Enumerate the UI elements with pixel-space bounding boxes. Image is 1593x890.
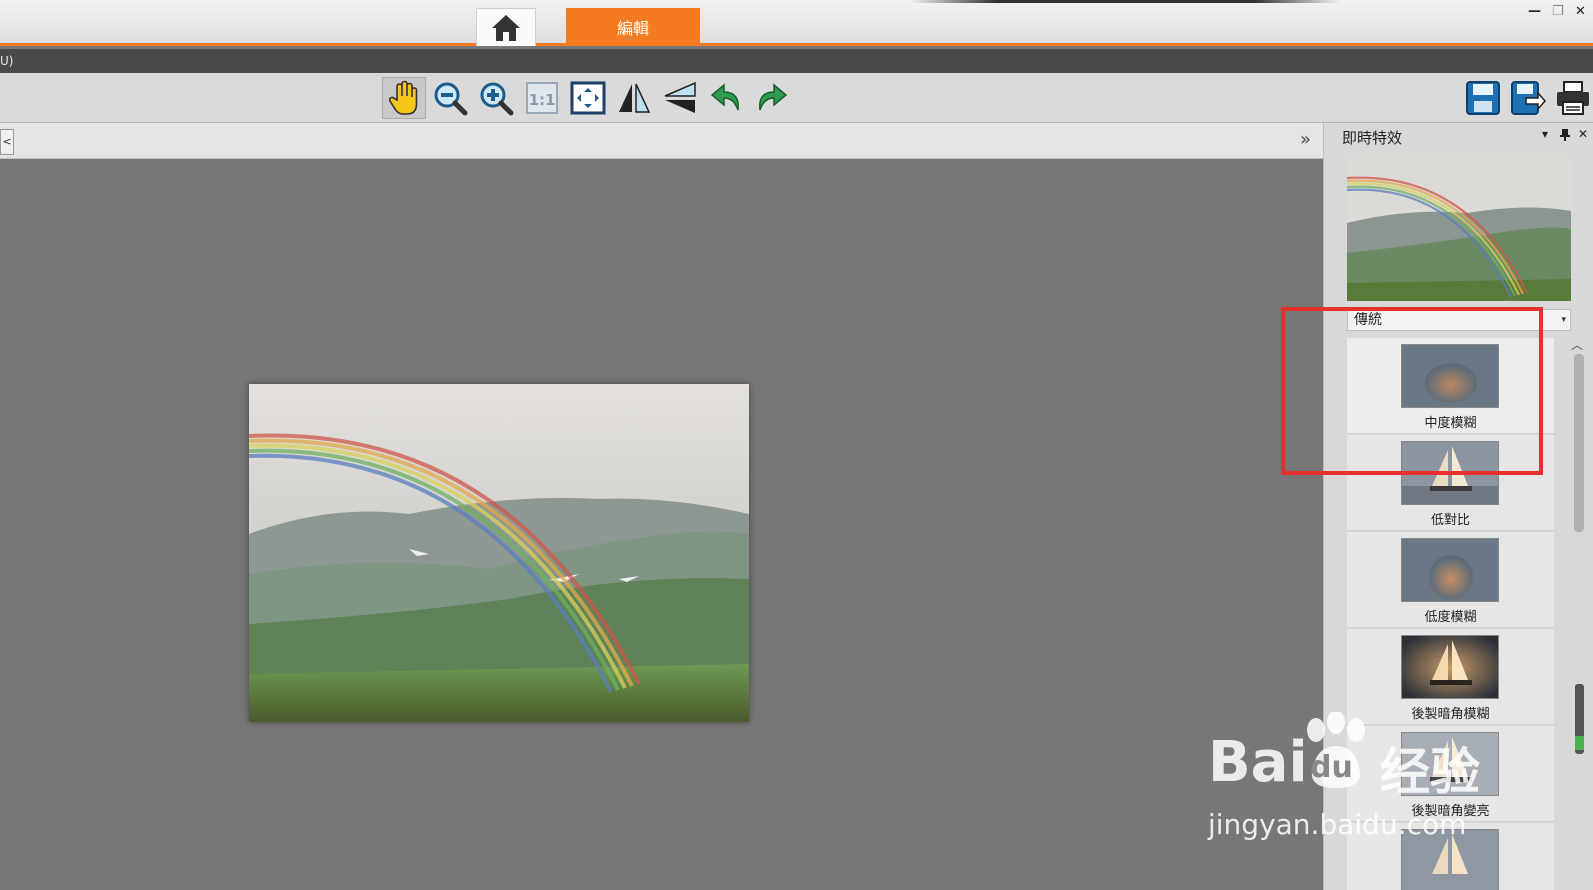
close-button[interactable]: ✕ <box>1575 4 1586 19</box>
blur-thumb-image <box>1402 345 1498 407</box>
rainbow-landscape-image <box>249 384 749 722</box>
panel-menu-button[interactable]: ▾ <box>1542 127 1548 141</box>
zoom-in-button[interactable] <box>474 77 518 119</box>
sailboat-thumb-image <box>1402 830 1498 890</box>
hand-icon <box>388 80 418 115</box>
save-as-icon <box>1511 81 1546 115</box>
flip-vertical-button[interactable] <box>658 77 702 119</box>
effect-label: 後製暗角變亮 <box>1411 804 1490 819</box>
effect-item-vignette-blur[interactable]: 後製暗角模糊 <box>1347 629 1554 725</box>
main-photo[interactable] <box>249 384 749 722</box>
effect-item-vignette-brighten[interactable]: 後製暗角變亮 <box>1347 726 1554 822</box>
collapse-left-button[interactable]: < <box>0 129 14 155</box>
panel-close-button[interactable]: ✕ <box>1578 127 1588 141</box>
zoom-out-button[interactable] <box>428 77 472 119</box>
effect-thumb <box>1401 635 1499 699</box>
rotate-right-button[interactable] <box>750 77 794 119</box>
flip-horizontal-icon <box>619 83 651 113</box>
flip-horizontal-button[interactable] <box>612 77 656 119</box>
minimize-button[interactable]: — <box>1528 4 1541 19</box>
restore-button[interactable]: ❐ <box>1552 4 1564 19</box>
flip-vertical-icon <box>664 81 696 113</box>
effect-list: 中度模糊 低對比 低度模糊 後製暗角模糊 後製暗角變亮 <box>1347 338 1554 890</box>
effect-label: 低度模糊 <box>1424 610 1477 625</box>
save-icon <box>1466 81 1500 115</box>
filmstrip-bar: < » <box>0 123 1323 159</box>
effect-thumb <box>1401 441 1499 505</box>
pin-icon[interactable] <box>1560 129 1570 144</box>
effect-label: 低對比 <box>1430 513 1470 528</box>
effect-thumb <box>1401 344 1499 408</box>
home-icon <box>492 14 520 41</box>
pin-glyph <box>1560 129 1570 141</box>
fit-window-icon <box>570 81 606 115</box>
app-window: 編輯 — ❐ ✕ U) 1:1 < » 即時特效 ▾ ✕ 傳統 ▾ 中度模糊 低… <box>0 0 1593 890</box>
actual-size-icon: 1:1 <box>526 82 558 114</box>
save-button[interactable] <box>1461 77 1505 119</box>
effect-item-medium-blur[interactable]: 中度模糊 <box>1347 338 1554 434</box>
panel-title: 即時特效 <box>1342 129 1403 147</box>
svg-text:1:1: 1:1 <box>529 91 556 109</box>
rotate-left-icon <box>710 83 739 111</box>
fit-window-button[interactable] <box>566 77 610 119</box>
effect-thumb <box>1401 829 1499 890</box>
effect-item-low-blur[interactable]: 低度模糊 <box>1347 532 1554 628</box>
preset-dropdown-value: 傳統 <box>1354 312 1382 328</box>
effect-list-scrollbar[interactable]: ︿ <box>1571 336 1587 890</box>
expand-right-button[interactable]: » <box>1300 129 1311 150</box>
preview-rainbow-image <box>1347 153 1571 301</box>
print-button[interactable] <box>1551 77 1593 119</box>
effect-thumb <box>1401 538 1499 602</box>
effect-preview-image <box>1347 153 1571 301</box>
effect-item-next[interactable] <box>1347 823 1554 890</box>
save-as-button[interactable] <box>1506 77 1550 119</box>
tab-edit-label: 編輯 <box>616 19 649 38</box>
print-icon <box>1557 81 1589 115</box>
effect-label: 中度模糊 <box>1424 416 1477 431</box>
rotate-right-icon <box>759 83 788 111</box>
tab-home[interactable] <box>476 8 536 46</box>
tab-edit[interactable]: 編輯 <box>566 8 700 46</box>
image-canvas[interactable] <box>0 159 1323 890</box>
preset-dropdown[interactable]: 傳統 ▾ <box>1347 309 1571 331</box>
zoom-out-icon <box>434 82 468 116</box>
scroll-up-icon[interactable]: ︿ <box>1571 336 1583 353</box>
hand-tool-button[interactable] <box>382 77 426 119</box>
blur-thumb-image <box>1402 539 1498 601</box>
slider-level-indicator <box>1575 736 1584 750</box>
sailboat-thumb-image <box>1402 442 1498 504</box>
title-bar: 編輯 — ❐ ✕ <box>0 0 1593 46</box>
menu-strip: U) <box>0 49 1593 73</box>
rotate-left-button[interactable] <box>704 77 748 119</box>
toolbar: 1:1 <box>0 73 1593 123</box>
zoom-in-icon <box>480 82 514 116</box>
scroll-thumb[interactable] <box>1574 354 1584 532</box>
chevron-down-icon: ▾ <box>1561 315 1566 325</box>
title-decoration <box>910 0 1340 3</box>
actual-size-button[interactable]: 1:1 <box>520 77 564 119</box>
sailboat-dark-thumb-image <box>1402 636 1498 698</box>
effect-item-low-contrast[interactable]: 低對比 <box>1347 435 1554 531</box>
sailboat-thumb-image <box>1402 733 1498 795</box>
effect-thumb <box>1401 732 1499 796</box>
instant-effects-panel: 即時特效 ▾ ✕ 傳統 ▾ 中度模糊 低對比 低度模糊 後製暗角模糊 後製暗角變… <box>1323 123 1593 890</box>
menu-strip-text[interactable]: U) <box>0 54 13 68</box>
effect-label: 後製暗角模糊 <box>1411 707 1490 722</box>
